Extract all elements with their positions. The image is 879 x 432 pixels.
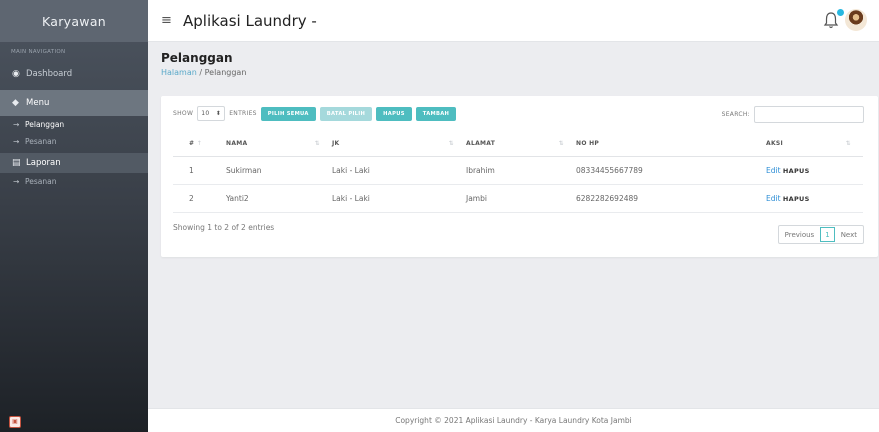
sidebar-item-label: Dashboard xyxy=(26,69,73,79)
next-button[interactable]: Next xyxy=(835,226,863,243)
footer: Copyright © 2021 Aplikasi Laundry - Kary… xyxy=(148,408,879,432)
cell-nama: Yanti2 xyxy=(226,184,332,213)
sidebar-item-dashboard[interactable]: ◉ Dashboard xyxy=(0,63,148,85)
arrow-right-icon: → xyxy=(13,177,20,186)
sidebar-item-laporan[interactable]: ▤ Laporan xyxy=(0,153,148,173)
breadcrumb-home-link[interactable]: Halaman xyxy=(161,68,197,77)
pdf-icon[interactable]: ▣ xyxy=(9,416,21,428)
table-row[interactable]: 2 Yanti2 Laki - Laki Jambi 6282282692489… xyxy=(173,184,863,213)
cell-jk: Laki - Laki xyxy=(332,184,466,213)
delete-button[interactable]: HAPUS xyxy=(376,106,412,121)
column-header-nohp[interactable]: NO HP xyxy=(576,132,766,157)
sidebar-brand[interactable]: Karyawan xyxy=(0,0,148,42)
cell-no: 2 xyxy=(173,184,226,213)
dashboard-icon: ◉ xyxy=(12,69,20,79)
sidebar-item-pelanggan[interactable]: → Pelanggan xyxy=(0,116,148,133)
sort-icon: ↑ xyxy=(196,140,203,148)
sidebar-item-label: Pelanggan xyxy=(25,120,65,129)
delete-link[interactable]: HAPUS xyxy=(783,195,810,203)
sidebar-item-menu[interactable]: ◆ Menu xyxy=(0,90,148,116)
avatar[interactable] xyxy=(845,9,867,31)
sort-icon: ⇅ xyxy=(558,140,564,148)
column-header-no[interactable]: # ↑ xyxy=(173,132,226,157)
sort-icon: ⇅ xyxy=(845,140,851,148)
breadcrumb-separator: / xyxy=(199,68,203,77)
top-bar: ≡ Aplikasi Laundry - xyxy=(148,0,879,42)
delete-link[interactable]: HAPUS xyxy=(783,167,810,175)
add-button[interactable]: TAMBAH xyxy=(415,106,457,121)
page-title: Pelanggan xyxy=(161,51,233,65)
entries-value: 10 xyxy=(201,110,210,117)
breadcrumb-current: Pelanggan xyxy=(204,68,247,77)
cell-nama: Sukirman xyxy=(226,156,332,185)
select-arrows-icon: ⬍ xyxy=(215,110,222,117)
sidebar-item-label: Laporan xyxy=(26,158,61,168)
cell-alamat: Ibrahim xyxy=(466,156,576,185)
search-label: SEARCH: xyxy=(721,111,750,118)
hamburger-icon[interactable]: ≡ xyxy=(161,13,179,28)
notification-badge xyxy=(836,8,845,17)
sidebar: Karyawan MAIN NAVIGATION ◉ Dashboard ◆ M… xyxy=(0,0,148,432)
sidebar-item-label: Menu xyxy=(26,98,50,108)
entries-label: ENTRIES xyxy=(229,110,257,117)
edit-link[interactable]: Edit xyxy=(766,194,781,203)
cell-nohp: 6282282692489 xyxy=(576,184,766,213)
edit-link[interactable]: Edit xyxy=(766,166,781,175)
search-input[interactable] xyxy=(754,106,864,123)
column-header-alamat[interactable]: ALAMAT ⇅ xyxy=(466,132,576,157)
cell-aksi: Edit HAPUS xyxy=(766,156,863,185)
cell-alamat: Jambi xyxy=(466,184,576,213)
cell-no: 1 xyxy=(173,156,226,185)
table-header-row: # ↑ NAMA ⇅ JK ⇅ ALAMAT ⇅ NO HP AKSI ⇅ xyxy=(173,132,863,157)
breadcrumb: Halaman / Pelanggan xyxy=(161,68,246,77)
table-info: Showing 1 to 2 of 2 entries xyxy=(173,223,275,232)
customers-card: SHOW 10 ⬍ ENTRIES PILIH SEMUA BATAL PILI… xyxy=(161,96,878,257)
print-icon: ▤ xyxy=(12,158,21,168)
pagination: Previous 1 Next xyxy=(777,225,864,244)
nav-header: MAIN NAVIGATION xyxy=(11,49,66,55)
sidebar-item-label: Pesanan xyxy=(25,137,57,146)
entries-select[interactable]: 10 ⬍ xyxy=(197,106,226,121)
app-title: Aplikasi Laundry - xyxy=(183,11,317,30)
table-controls: SHOW 10 ⬍ ENTRIES PILIH SEMUA BATAL PILI… xyxy=(173,106,457,121)
column-header-jk[interactable]: JK ⇅ xyxy=(332,132,466,157)
table-row[interactable]: 1 Sukirman Laki - Laki Ibrahim 083344556… xyxy=(173,156,863,185)
cell-nohp: 08334455667789 xyxy=(576,156,766,185)
sidebar-item-label: Pesanan xyxy=(25,177,57,186)
previous-button[interactable]: Previous xyxy=(779,226,821,243)
arrow-right-icon: → xyxy=(13,120,20,129)
select-all-button[interactable]: PILIH SEMUA xyxy=(260,106,316,121)
sort-icon: ⇅ xyxy=(314,140,320,148)
deselect-button[interactable]: BATAL PILIH xyxy=(319,106,373,121)
sidebar-item-pesanan[interactable]: → Pesanan xyxy=(0,133,148,150)
sort-icon: ⇅ xyxy=(448,140,454,148)
column-header-aksi[interactable]: AKSI ⇅ xyxy=(766,132,863,157)
tag-icon: ◆ xyxy=(12,98,19,108)
show-label: SHOW xyxy=(173,110,194,117)
column-header-nama[interactable]: NAMA ⇅ xyxy=(226,132,332,157)
cell-aksi: Edit HAPUS xyxy=(766,184,863,213)
page-button-current[interactable]: 1 xyxy=(820,227,835,242)
search-box: SEARCH: xyxy=(722,106,864,123)
customers-table: # ↑ NAMA ⇅ JK ⇅ ALAMAT ⇅ NO HP AKSI ⇅ 1 Suki… xyxy=(173,132,863,213)
arrow-right-icon: → xyxy=(13,137,20,146)
sidebar-item-laporan-pesanan[interactable]: → Pesanan xyxy=(0,173,148,190)
cell-jk: Laki - Laki xyxy=(332,156,466,185)
